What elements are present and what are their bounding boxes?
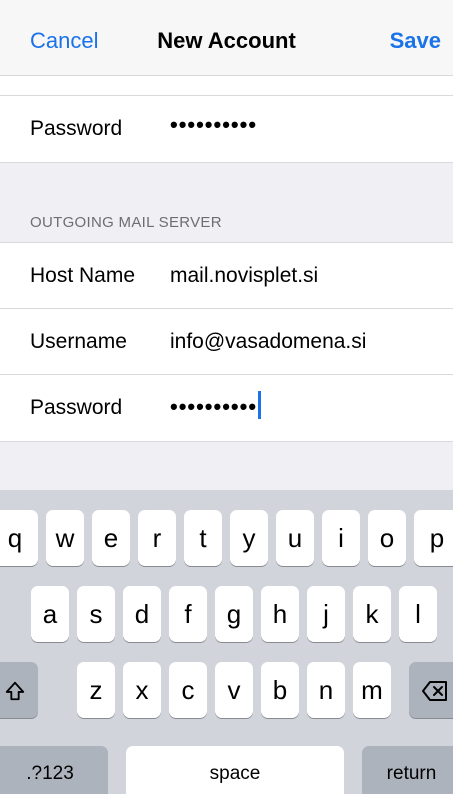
key-o[interactable]: o <box>368 510 406 566</box>
text-cursor <box>258 391 262 419</box>
key-c[interactable]: c <box>169 662 207 718</box>
nav-bar: New Account Cancel Save <box>0 0 453 76</box>
keyboard: q w e r t y u i o p a s d f g h j k l z … <box>0 490 453 794</box>
key-x[interactable]: x <box>123 662 161 718</box>
password-field[interactable]: •••••••••• <box>170 391 262 420</box>
incoming-password-field[interactable]: •••••••••• <box>170 112 257 138</box>
key-f[interactable]: f <box>169 586 207 642</box>
key-u[interactable]: u <box>276 510 314 566</box>
key-m[interactable]: m <box>353 662 391 718</box>
password-value: •••••••••• <box>170 394 258 419</box>
key-t[interactable]: t <box>184 510 222 566</box>
key-h[interactable]: h <box>261 586 299 642</box>
return-key[interactable]: return <box>362 746 453 794</box>
save-button[interactable]: Save <box>390 28 441 54</box>
outgoing-section-header: OUTGOING MAIL SERVER <box>30 214 222 231</box>
host-name-row[interactable]: Host Name mail.novisplet.si <box>0 243 453 309</box>
password-label: Password <box>30 396 123 419</box>
key-d[interactable]: d <box>123 586 161 642</box>
key-v[interactable]: v <box>215 662 253 718</box>
key-b[interactable]: b <box>261 662 299 718</box>
key-g[interactable]: g <box>215 586 253 642</box>
delete-key[interactable] <box>409 662 453 718</box>
incoming-server-group: Password •••••••••• <box>0 76 453 163</box>
outgoing-server-group: Host Name mail.novisplet.si Username inf… <box>0 242 453 442</box>
shift-key[interactable] <box>0 662 38 718</box>
incoming-username-row-partial <box>0 76 453 96</box>
key-p[interactable]: p <box>414 510 453 566</box>
key-n[interactable]: n <box>307 662 345 718</box>
delete-icon <box>422 681 447 701</box>
key-w[interactable]: w <box>46 510 84 566</box>
password-row[interactable]: Password •••••••••• <box>0 375 453 441</box>
space-key[interactable]: space <box>126 746 344 794</box>
key-j[interactable]: j <box>307 586 345 642</box>
cancel-button[interactable]: Cancel <box>30 28 98 54</box>
username-label: Username <box>30 330 127 353</box>
incoming-password-row[interactable]: Password •••••••••• <box>0 96 453 162</box>
incoming-password-label: Password <box>30 117 123 140</box>
key-a[interactable]: a <box>31 586 69 642</box>
username-field[interactable]: info@vasadomena.si <box>170 330 366 354</box>
host-name-label: Host Name <box>30 264 136 287</box>
key-s[interactable]: s <box>77 586 115 642</box>
key-e[interactable]: e <box>92 510 130 566</box>
host-name-field[interactable]: mail.novisplet.si <box>170 264 318 288</box>
key-z[interactable]: z <box>77 662 115 718</box>
username-row[interactable]: Username info@vasadomena.si <box>0 309 453 375</box>
key-l[interactable]: l <box>399 586 437 642</box>
key-k[interactable]: k <box>353 586 391 642</box>
key-i[interactable]: i <box>322 510 360 566</box>
key-q[interactable]: q <box>0 510 38 566</box>
key-y[interactable]: y <box>230 510 268 566</box>
key-r[interactable]: r <box>138 510 176 566</box>
numbers-key[interactable]: .?123 <box>0 746 108 794</box>
shift-icon <box>5 681 25 701</box>
